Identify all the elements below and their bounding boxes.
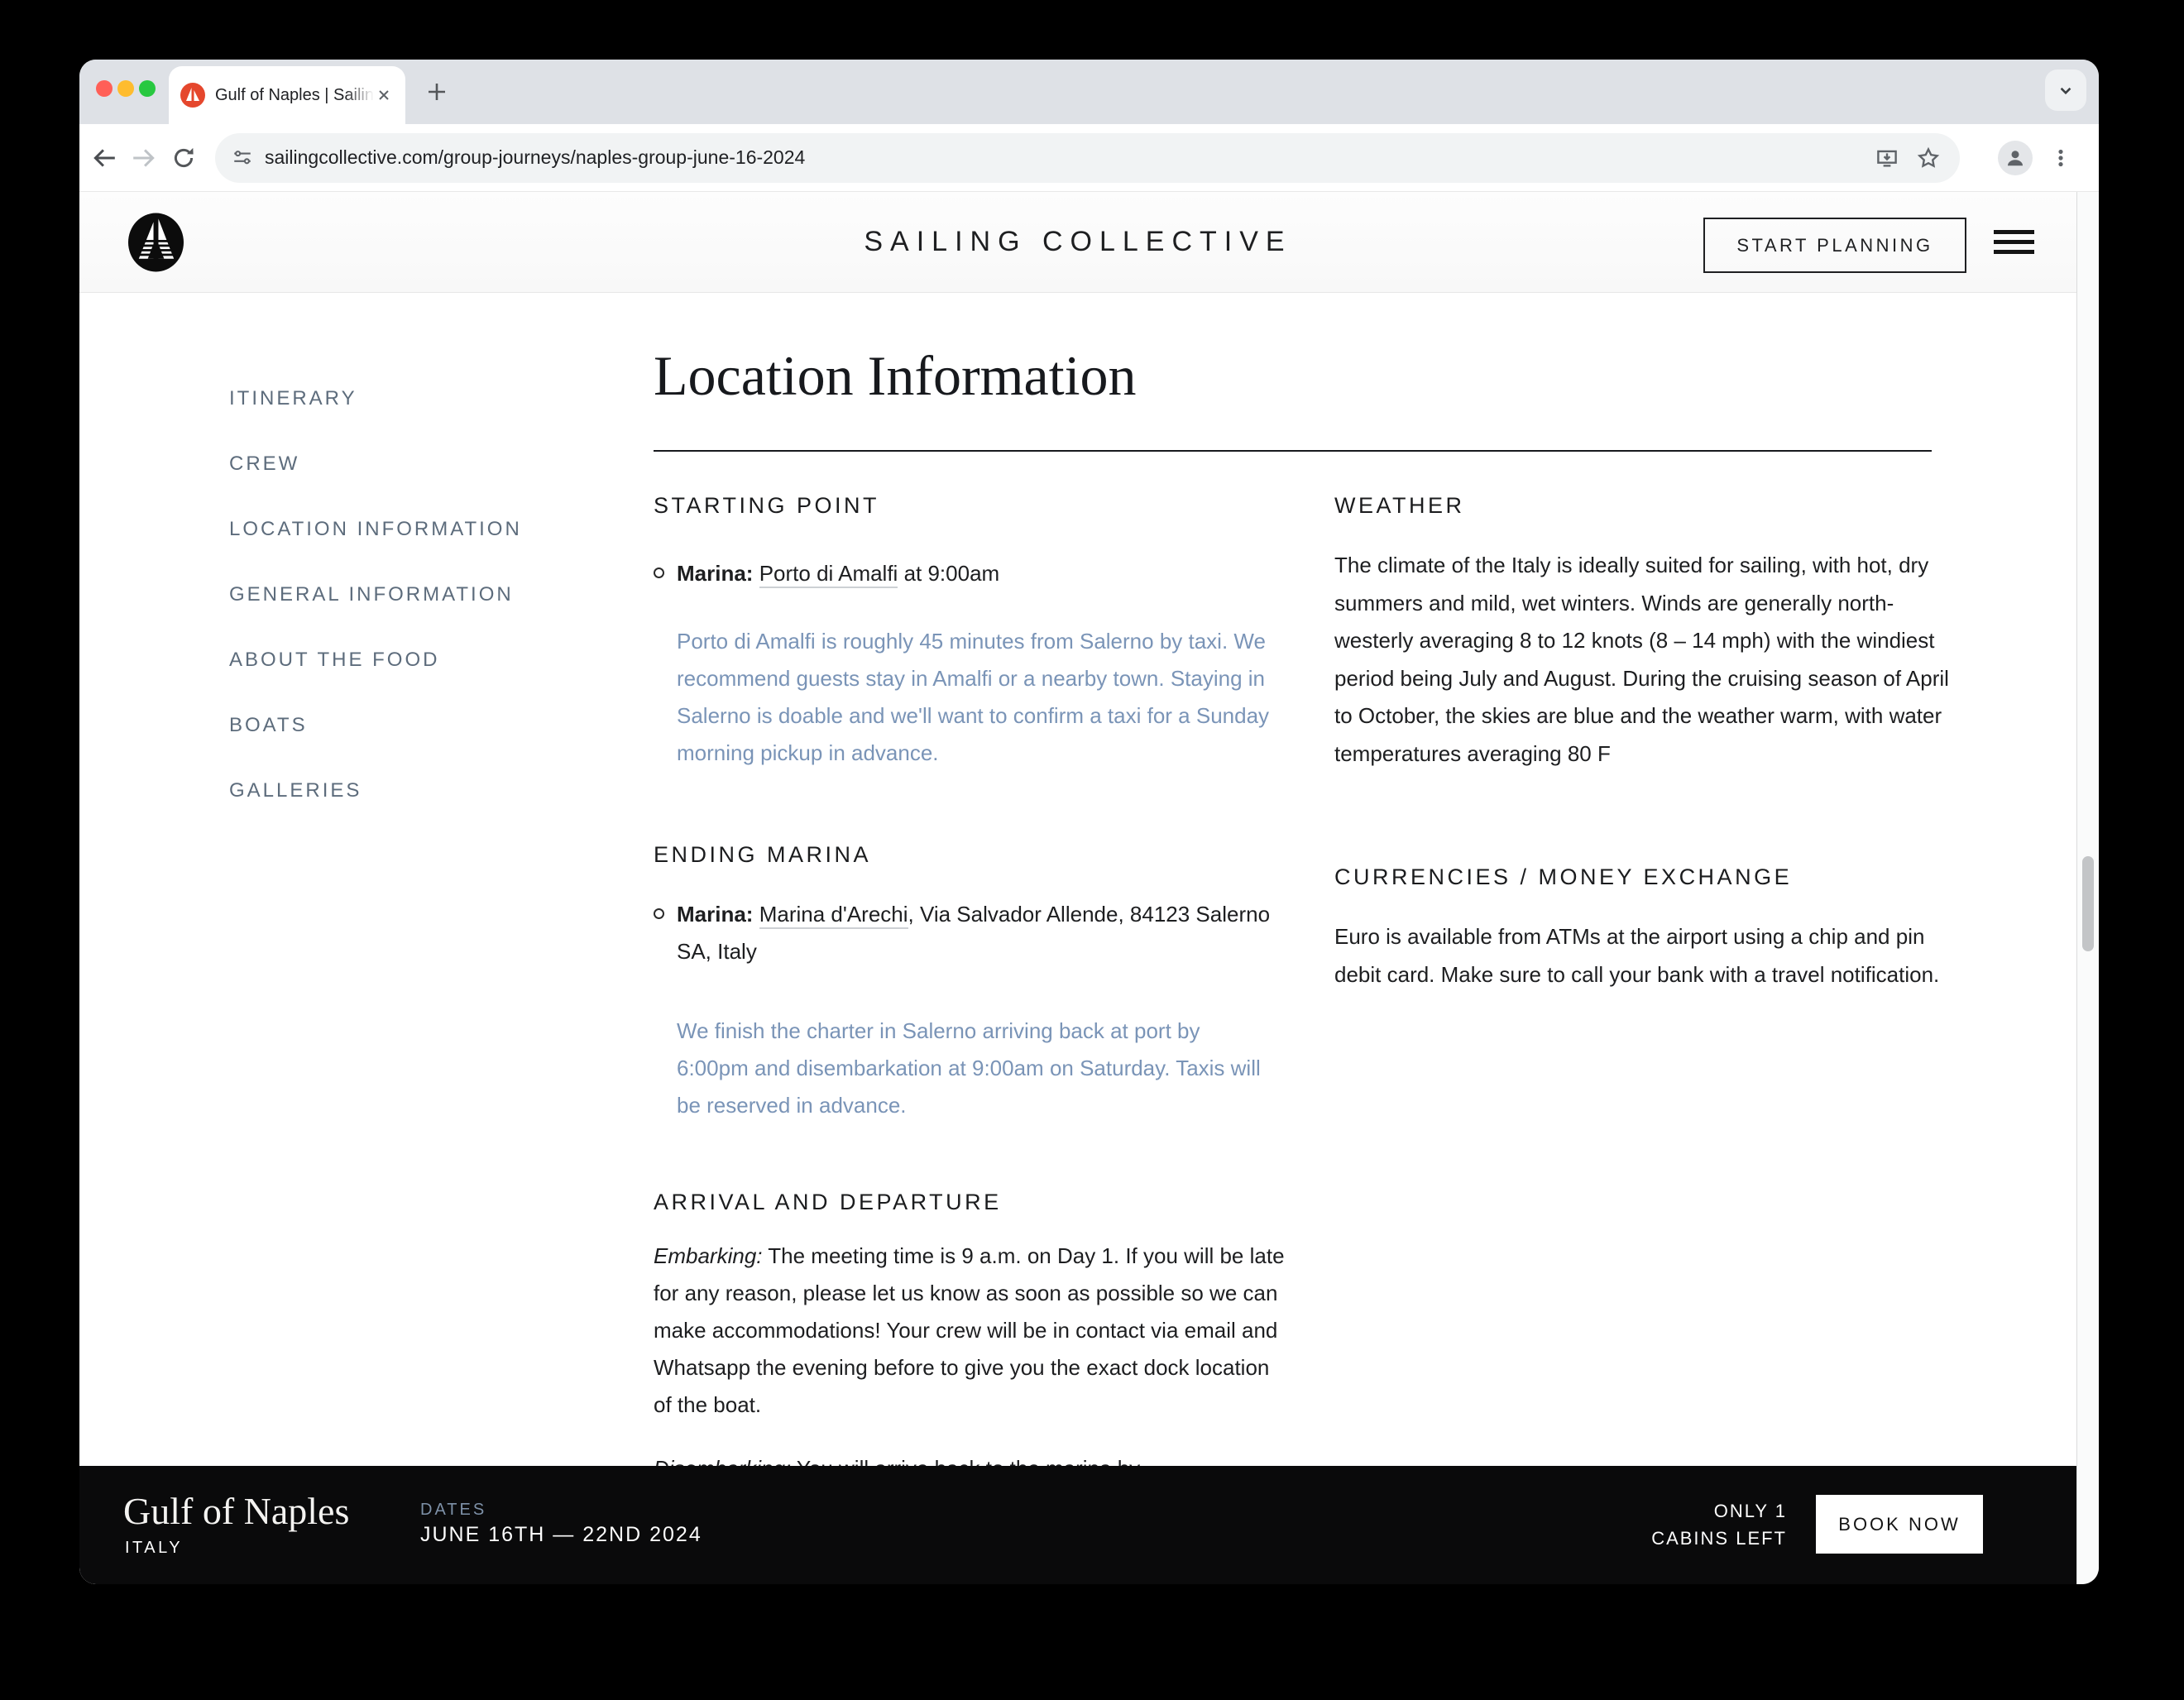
kebab-menu-icon <box>2050 147 2071 169</box>
hamburger-bar <box>1994 250 2034 254</box>
currencies-heading: CURRENCIES / MONEY EXCHANGE <box>1334 864 1957 889</box>
embarking-text: The meeting time is 9 a.m. on Day 1. If … <box>654 1243 1285 1417</box>
minimize-window-button[interactable] <box>117 80 134 97</box>
hamburger-menu-icon[interactable] <box>1994 230 2034 254</box>
browser-window: Gulf of Naples | Sailing Collec <box>79 60 2099 1584</box>
browser-tab[interactable]: Gulf of Naples | Sailing Collec <box>169 66 405 124</box>
maximize-window-button[interactable] <box>139 80 156 97</box>
arrival-departure-heading: ARRIVAL AND DEPARTURE <box>654 1190 1286 1214</box>
reload-icon <box>170 145 197 171</box>
dates-label: DATES <box>420 1501 486 1520</box>
forward-button[interactable] <box>127 141 160 175</box>
open-circle-bullet-icon <box>654 908 664 919</box>
tab-close-icon[interactable] <box>374 85 394 105</box>
weather-paragraph: The climate of the Italy is ideally suit… <box>1334 547 1957 773</box>
hamburger-bar <box>1994 240 2034 244</box>
disembarking-label: Disembarking: <box>654 1456 791 1466</box>
marina-label: Marina: <box>677 561 753 586</box>
install-app-button[interactable] <box>1872 143 1902 173</box>
page-content: ITINERARY CREW LOCATION INFORMATION GENE… <box>79 293 2076 1466</box>
favicon-sail-icon <box>180 83 205 108</box>
dates-value: JUNE 16TH — 22ND 2024 <box>420 1523 702 1547</box>
ending-marina-item: Marina: Marina d'Arechi, Via Salvador Al… <box>654 896 1286 970</box>
left-column: STARTING POINT Marina: Porto di Amalfi a… <box>654 493 1286 1466</box>
scrollbar-track[interactable] <box>2076 192 2099 1584</box>
sidebar-item-general-information[interactable]: GENERAL INFORMATION <box>229 583 522 606</box>
web-page: SAILING COLLECTIVE START PLANNING ITINER… <box>79 192 2076 1584</box>
scrollbar-thumb[interactable] <box>2082 856 2094 951</box>
new-tab-button[interactable] <box>420 75 453 108</box>
starting-point-heading: STARTING POINT <box>654 493 1286 518</box>
site-header: SAILING COLLECTIVE START PLANNING <box>79 192 2076 293</box>
profile-button[interactable] <box>1998 141 2033 175</box>
start-planning-button[interactable]: START PLANNING <box>1703 218 1966 273</box>
starting-marina-item: Marina: Porto di Amalfi at 9:00am <box>654 555 1286 592</box>
tab-strip: Gulf of Naples | Sailing Collec <box>79 60 2099 124</box>
sidebar-item-itinerary[interactable]: ITINERARY <box>229 387 522 410</box>
disembarking-text: You will arrive back to the marina by <box>791 1456 1140 1466</box>
sidebar-item-location-information[interactable]: LOCATION INFORMATION <box>229 518 522 541</box>
open-circle-bullet-icon <box>654 567 664 578</box>
sidebar-item-boats[interactable]: BOATS <box>229 714 522 737</box>
site-settings-icon[interactable] <box>232 147 253 169</box>
ending-marina-heading: ENDING MARINA <box>654 842 1286 867</box>
weather-heading: WEATHER <box>1334 493 1957 518</box>
desktop: Gulf of Naples | Sailing Collec <box>0 0 2184 1700</box>
tab-title: Gulf of Naples | Sailing Collec <box>215 86 374 105</box>
disembarking-paragraph-clipped: Disembarking: You will arrive back to th… <box>654 1450 1286 1466</box>
person-icon <box>2003 146 2028 170</box>
ending-marina-link[interactable]: Marina d'Arechi <box>759 902 908 929</box>
url-text[interactable]: sailingcollective.com/group-journeys/nap… <box>265 146 1861 169</box>
brand-wordmark[interactable]: SAILING COLLECTIVE <box>864 226 1291 258</box>
arrow-left-icon <box>91 145 117 171</box>
book-now-button[interactable]: BOOK NOW <box>1816 1495 1983 1554</box>
starting-point-note: Porto di Amalfi is roughly 45 minutes fr… <box>677 623 1272 772</box>
starting-marina-link[interactable]: Porto di Amalfi <box>759 561 898 588</box>
close-window-button[interactable] <box>96 80 113 97</box>
embarking-paragraph: Embarking: The meeting time is 9 a.m. on… <box>654 1238 1286 1424</box>
browser-menu-button[interactable] <box>2044 141 2077 175</box>
reload-button[interactable] <box>167 141 200 175</box>
sailing-collective-logo-icon[interactable] <box>128 213 184 272</box>
sidebar-item-about-the-food[interactable]: ABOUT THE FOOD <box>229 649 522 672</box>
currencies-paragraph: Euro is available from ATMs at the airpo… <box>1334 918 1957 994</box>
title-divider <box>654 450 1932 452</box>
browser-toolbar: sailingcollective.com/group-journeys/nap… <box>79 124 2099 192</box>
sidebar-item-crew[interactable]: CREW <box>229 453 522 476</box>
main-article: Location Information STARTING POINT Mari… <box>654 344 1957 1466</box>
marina-time: at 9:00am <box>898 561 999 586</box>
star-icon <box>1916 146 1941 170</box>
marina-label: Marina: <box>677 902 753 927</box>
section-nav: ITINERARY CREW LOCATION INFORMATION GENE… <box>229 387 522 845</box>
plus-icon <box>424 79 449 104</box>
trip-title: Gulf of Naples <box>123 1489 349 1533</box>
hamburger-bar <box>1994 230 2034 234</box>
right-column: WEATHER The climate of the Italy is idea… <box>1334 493 1957 1466</box>
arrow-right-icon <box>131 145 157 171</box>
cabins-left-line2: CABINS LEFT <box>1651 1525 1787 1552</box>
embarking-label: Embarking: <box>654 1243 763 1268</box>
booking-footer: Gulf of Naples ITALY DATES JUNE 16TH — 2… <box>79 1466 2076 1584</box>
cabins-left-badge: ONLY 1 CABINS LEFT <box>1651 1497 1787 1552</box>
address-bar[interactable]: sailingcollective.com/group-journeys/nap… <box>215 133 1960 183</box>
bookmark-button[interactable] <box>1913 143 1943 173</box>
sidebar-item-galleries[interactable]: GALLERIES <box>229 779 522 802</box>
back-button[interactable] <box>88 141 121 175</box>
chevron-down-icon <box>2055 79 2076 101</box>
cabins-left-line1: ONLY 1 <box>1651 1497 1787 1525</box>
page-title: Location Information <box>654 344 1957 407</box>
ending-marina-note: We finish the charter in Salerno arrivin… <box>677 1013 1272 1124</box>
trip-location: ITALY <box>125 1539 183 1558</box>
tab-search-button[interactable] <box>2045 69 2086 111</box>
install-icon <box>1875 146 1899 170</box>
